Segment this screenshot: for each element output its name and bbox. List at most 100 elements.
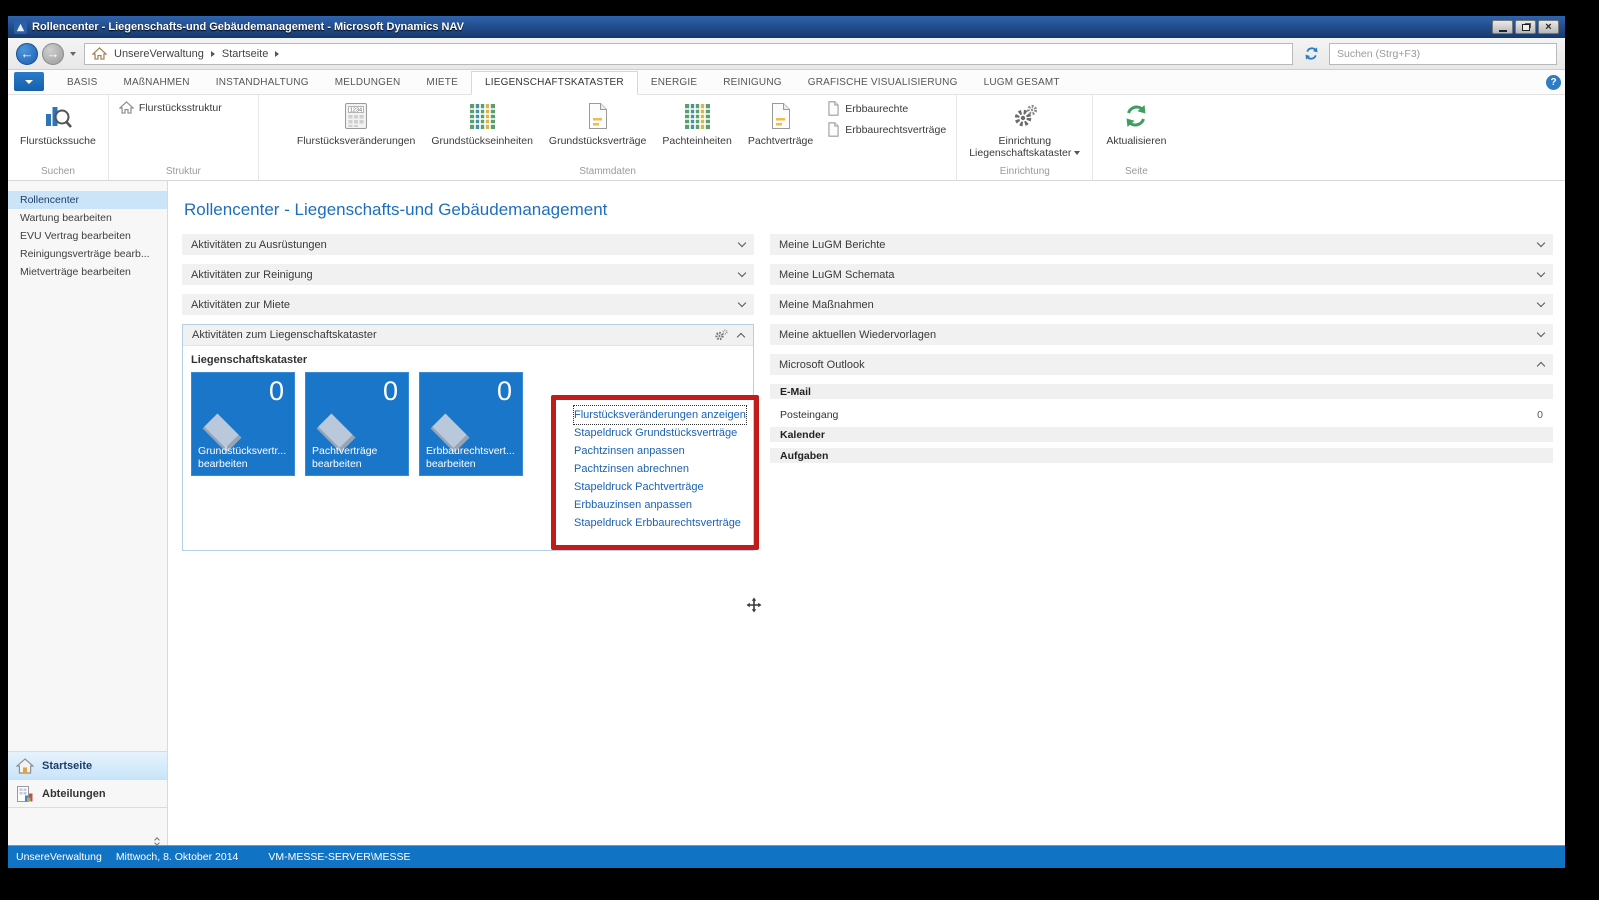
chevron-down-icon[interactable]: [1537, 329, 1545, 337]
chevron-down-icon[interactable]: [738, 299, 746, 307]
chevron-down-icon[interactable]: [738, 239, 746, 247]
forward-button[interactable]: →: [42, 43, 64, 65]
help-icon[interactable]: ?: [1546, 75, 1561, 90]
nav-abteilungen-label: Abteilungen: [42, 788, 106, 800]
ribbon-button-grundstueckseinheiten[interactable]: Grundstückseinheiten: [423, 97, 541, 165]
tab-grafische-visualisierung[interactable]: GRAFISCHE VISUALISIERUNG: [795, 72, 971, 94]
chevron-down-icon[interactable]: [1537, 239, 1545, 247]
chevron-down-icon[interactable]: [738, 269, 746, 277]
ribbon-button-flurstuecksveraenderungen[interactable]: 1234 Flurstücksveränderungen: [289, 97, 423, 165]
nav-item-reinigungsvertraege-bearbeiten[interactable]: Reinigungsverträge bearb...: [8, 245, 167, 263]
button-label: Erbbaurechte: [845, 103, 908, 115]
departments-icon: [16, 785, 34, 803]
section-meine-lugm-berichte[interactable]: Meine LuGM Berichte: [770, 234, 1553, 255]
ribbon-button-grundstuecksvertraege[interactable]: Grundstücksverträge: [541, 97, 654, 165]
outlook-posteingang[interactable]: Posteingang 0: [770, 405, 1553, 425]
close-icon: ×: [1545, 22, 1551, 33]
app-icon: [14, 21, 27, 34]
nav-startseite[interactable]: Startseite: [8, 751, 167, 779]
calculator-icon: 1234: [343, 101, 369, 131]
tile-grundstuecksvertraege-bearbeiten[interactable]: 0 Grundstücksvertr...bearbeiten: [191, 372, 295, 476]
link-stapeldruck-grundstuecksvertraege[interactable]: Stapeldruck Grundstücksverträge: [574, 424, 746, 442]
tab-basis[interactable]: BASIS: [54, 72, 110, 94]
nav-pane-toggle[interactable]: [8, 807, 167, 845]
link-flurstuecksveraenderungen-anzeigen[interactable]: Flurstücksveränderungen anzeigen: [574, 406, 746, 424]
section-aktivitaeten-zu-ausruestungen[interactable]: Aktivitäten zu Ausrüstungen: [182, 234, 754, 255]
ribbon-button-pachteinheiten[interactable]: Pachteinheiten: [654, 97, 739, 165]
link-stapeldruck-pachtvertraege[interactable]: Stapeldruck Pachtverträge: [574, 478, 746, 496]
tab-reinigung[interactable]: REINIGUNG: [710, 72, 794, 94]
cue-panel-body: Liegenschaftskataster 0 Grundstücksvertr…: [183, 354, 753, 550]
tab-lugm-gesamt[interactable]: LUGM GESAMT: [971, 72, 1073, 94]
title-bar: Rollencenter - Liegenschafts-und Gebäude…: [8, 16, 1565, 38]
ribbon-button-pachtvertraege[interactable]: Pachtverträge: [740, 97, 821, 165]
restore-icon: [1522, 24, 1530, 31]
ribbon-button-flurstueckssuche[interactable]: Flurstückssuche: [12, 97, 104, 165]
nav-item-mietvertraege-bearbeiten[interactable]: Mietverträge bearbeiten: [8, 263, 167, 281]
ribbon-button-erbbaurechte[interactable]: Erbbaurechte: [827, 101, 946, 116]
app-menu-button[interactable]: [14, 72, 44, 91]
nav-abteilungen[interactable]: Abteilungen: [8, 779, 167, 807]
section-microsoft-outlook[interactable]: Microsoft Outlook: [770, 354, 1553, 375]
section-meine-lugm-schemata[interactable]: Meine LuGM Schemata: [770, 264, 1553, 285]
nav-item-rollencenter[interactable]: Rollencenter: [8, 191, 167, 209]
minimize-button[interactable]: [1492, 20, 1513, 34]
tab-instandhaltung[interactable]: INSTANDHALTUNG: [203, 72, 322, 94]
ribbon-button-flurstuecksstruktur[interactable]: Flurstücksstruktur: [119, 101, 222, 114]
search-input[interactable]: [1330, 48, 1556, 60]
navigation-pane: Rollencenter Wartung bearbeiten EVU Vert…: [8, 181, 168, 845]
back-button[interactable]: ←: [16, 43, 38, 65]
chart-search-icon: [43, 101, 73, 131]
link-stapeldruck-erbbaurechtsvertraege[interactable]: Stapeldruck Erbbaurechtsverträge: [574, 514, 746, 532]
panel-header[interactable]: Aktivitäten zum Liegenschaftskataster: [183, 325, 753, 346]
outlook-email-header[interactable]: E-Mail: [770, 384, 1553, 399]
tab-liegenschaftskataster[interactable]: LIEGENSCHAFTSKATASTER: [471, 71, 638, 95]
breadcrumb[interactable]: UnsereVerwaltung Startseite: [84, 43, 1293, 65]
section-title: Microsoft Outlook: [779, 359, 865, 371]
gear-icon[interactable]: [714, 329, 728, 341]
breadcrumb-arrow-icon[interactable]: [275, 51, 279, 57]
breadcrumb-root[interactable]: UnsereVerwaltung: [114, 48, 204, 60]
ribbon-button-aktualisieren[interactable]: Aktualisieren: [1098, 97, 1174, 165]
action-links: Flurstücksveränderungen anzeigen Stapeld…: [574, 406, 746, 532]
chevron-down-icon[interactable]: [1537, 299, 1545, 307]
home-icon: [16, 758, 34, 774]
outlook-kalender-header[interactable]: Kalender: [770, 427, 1553, 442]
status-company[interactable]: UnsereVerwaltung: [16, 851, 102, 863]
nav-item-wartung-bearbeiten[interactable]: Wartung bearbeiten: [8, 209, 167, 227]
tile-label: Grundstücksvertr...bearbeiten: [198, 445, 293, 471]
tab-meldungen[interactable]: MELDUNGEN: [322, 72, 414, 94]
restore-button[interactable]: [1515, 20, 1536, 34]
gears-icon: [1012, 101, 1038, 131]
breadcrumb-arrow-icon[interactable]: [211, 51, 215, 57]
nav-item-evu-vertrag-bearbeiten[interactable]: EVU Vertrag bearbeiten: [8, 227, 167, 245]
outlook-row-label: Kalender: [780, 429, 825, 441]
section-meine-aktuellen-wiedervorlagen[interactable]: Meine aktuellen Wiedervorlagen: [770, 324, 1553, 345]
breadcrumb-page[interactable]: Startseite: [222, 48, 268, 60]
section-title: Aktivitäten zum Liegenschaftskataster: [192, 329, 377, 341]
button-label: Pachteinheiten: [662, 135, 731, 147]
outlook-aufgaben-header[interactable]: Aufgaben: [770, 448, 1553, 463]
move-cursor-icon: [746, 597, 762, 613]
link-erbbauzinsen-anpassen[interactable]: Erbbauzinsen anpassen: [574, 496, 746, 514]
tab-massnahmen[interactable]: MAßNAHMEN: [110, 72, 202, 94]
chevron-down-icon[interactable]: [1537, 269, 1545, 277]
ribbon-button-erbbaurechtsvertraege[interactable]: Erbbaurechtsverträge: [827, 122, 946, 137]
history-dropdown-icon[interactable]: [70, 52, 76, 56]
link-pachtzinsen-anpassen[interactable]: Pachtzinsen anpassen: [574, 442, 746, 460]
section-aktivitaeten-zur-reinigung[interactable]: Aktivitäten zur Reinigung: [182, 264, 754, 285]
tab-energie[interactable]: ENERGIE: [638, 72, 710, 94]
section-aktivitaeten-zur-miete[interactable]: Aktivitäten zur Miete: [182, 294, 754, 315]
section-meine-massnahmen[interactable]: Meine Maßnahmen: [770, 294, 1553, 315]
link-pachtzinsen-abrechnen[interactable]: Pachtzinsen abrechnen: [574, 460, 746, 478]
tab-miete[interactable]: MIETE: [413, 72, 471, 94]
tile-erbbaurechtsvertraege-bearbeiten[interactable]: 0 Erbbaurechtsvert...bearbeiten: [419, 372, 523, 476]
close-button[interactable]: ×: [1538, 20, 1559, 34]
chevron-up-icon[interactable]: [737, 332, 745, 340]
chevron-down-icon: [25, 80, 33, 84]
ribbon-button-einrichtung-liegenschaftskataster[interactable]: Einrichtung Liegenschaftskataster: [961, 97, 1088, 165]
chevron-up-icon[interactable]: [1537, 362, 1545, 370]
outlook-row-label: E-Mail: [780, 386, 811, 398]
refresh-button[interactable]: [1301, 44, 1321, 64]
tile-pachtvertraege-bearbeiten[interactable]: 0 Pachtverträgebearbeiten: [305, 372, 409, 476]
